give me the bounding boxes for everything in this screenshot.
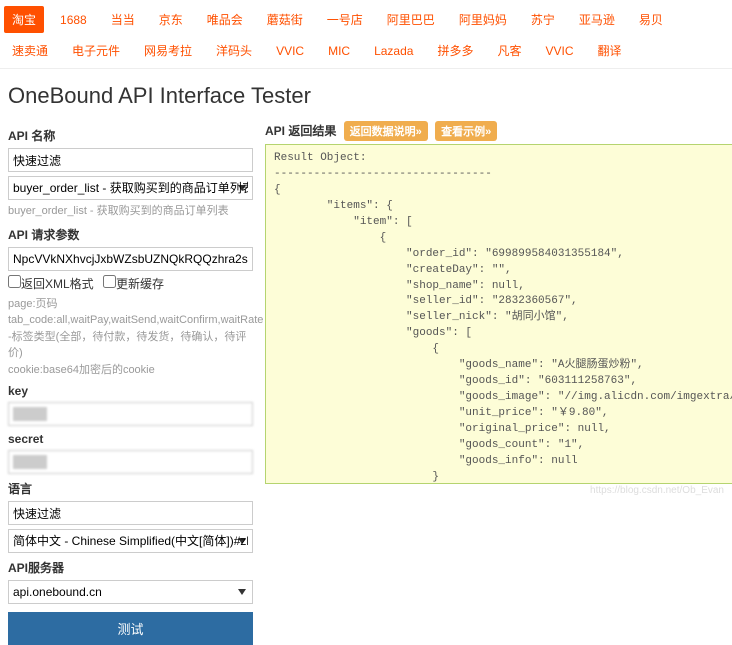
tab-唯品会[interactable]: 唯品会	[199, 6, 251, 33]
result-label: API 返回结果	[265, 124, 336, 138]
api-name-label: API 名称	[8, 127, 55, 144]
server-select[interactable]: api.onebound.cn	[8, 580, 253, 604]
cb-xml[interactable]: 返回XML格式	[8, 277, 94, 291]
params-label: API 请求参数	[8, 226, 253, 243]
result-output[interactable]: Result Object: -------------------------…	[265, 144, 732, 484]
api-name-hint: buyer_order_list - 获取购买到的商品订单列表	[8, 203, 253, 220]
tab-苏宁[interactable]: 苏宁	[523, 6, 563, 33]
example-link[interactable]: 查看示例»	[435, 121, 497, 141]
tab-蘑菇街[interactable]: 蘑菇街	[259, 6, 311, 33]
tab-MIC[interactable]: MIC	[320, 39, 358, 63]
lang-filter[interactable]	[8, 501, 253, 525]
tab-1688[interactable]: 1688	[52, 8, 95, 32]
secret-label: secret	[8, 432, 253, 446]
params-input[interactable]	[8, 247, 253, 271]
test-button[interactable]: 测试	[8, 612, 253, 645]
key-input[interactable]	[8, 402, 253, 426]
tab-VVIC[interactable]: VVIC	[268, 39, 312, 63]
tab-京东[interactable]: 京东	[151, 6, 191, 33]
tab-凡客[interactable]: 凡客	[489, 37, 529, 64]
key-label: key	[8, 384, 253, 398]
tab-易贝[interactable]: 易贝	[631, 6, 671, 33]
server-label: API服务器	[8, 559, 253, 576]
tab-拼多多[interactable]: 拼多多	[429, 37, 481, 64]
api-name-filter[interactable]	[8, 148, 253, 172]
tab-VVIC[interactable]: VVIC	[537, 39, 581, 63]
page-title: OneBound API Interface Tester	[0, 69, 732, 121]
tab-Lazada[interactable]: Lazada	[366, 39, 421, 63]
tab-网易考拉[interactable]: 网易考拉	[136, 37, 200, 64]
request-panel: API 名称 buyer_order_list - 获取购买到的商品订单列表 b…	[8, 121, 253, 645]
cb-cache[interactable]: 更新缓存	[103, 277, 164, 291]
tab-一号店[interactable]: 一号店	[319, 6, 371, 33]
lang-select[interactable]: 简体中文 - Chinese Simplified(中文[简体])#zh-CN	[8, 529, 253, 553]
tab-阿里妈妈[interactable]: 阿里妈妈	[451, 6, 515, 33]
tab-电子元件[interactable]: 电子元件	[64, 37, 128, 64]
data-desc-link[interactable]: 返回数据说明»	[344, 121, 428, 141]
tab-速卖通[interactable]: 速卖通	[4, 37, 56, 64]
watermark: https://blog.csdn.net/Ob_Evan	[590, 485, 724, 496]
secret-input[interactable]	[8, 450, 253, 474]
platform-tabs: 淘宝 1688 当当京东唯品会蘑菇街一号店阿里巴巴阿里妈妈苏宁亚马逊易贝 速卖通电子…	[0, 0, 732, 69]
tab-翻译[interactable]: 翻译	[590, 37, 630, 64]
response-panel: API 返回结果 返回数据说明» 查看示例» Result Object: --…	[265, 121, 732, 645]
tab-洋码头[interactable]: 洋码头	[208, 37, 260, 64]
tab-阿里巴巴[interactable]: 阿里巴巴	[379, 6, 443, 33]
tab-亚马逊[interactable]: 亚马逊	[571, 6, 623, 33]
params-hint: page:页码 tab_code:all,waitPay,waitSend,wa…	[8, 296, 253, 379]
api-name-select[interactable]: buyer_order_list - 获取购买到的商品订单列表	[8, 176, 253, 200]
lang-label: 语言	[8, 480, 32, 497]
tab-淘宝[interactable]: 淘宝	[4, 6, 44, 33]
tab-当当[interactable]: 当当	[103, 6, 143, 33]
